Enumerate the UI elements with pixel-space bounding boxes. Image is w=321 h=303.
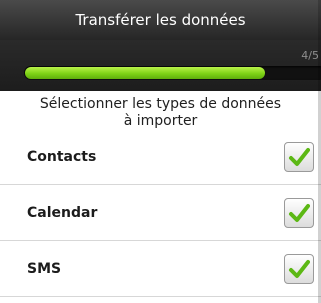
data-type-panel: Sélectionner les types de données à impo… <box>0 91 321 303</box>
list-item-sms[interactable]: SMS <box>0 241 321 297</box>
list-item-label: SMS <box>27 260 62 277</box>
list-item-calendar[interactable]: Calendar <box>0 185 321 241</box>
contacts-checkbox[interactable] <box>284 141 314 172</box>
step-counter: 4/5 <box>301 49 319 62</box>
list-item-label: Contacts <box>27 148 97 165</box>
prompt-line-1: Sélectionner les types de données <box>39 96 282 112</box>
title-bar: Transférer les données <box>0 0 321 40</box>
list-item-contacts[interactable]: Contacts <box>0 129 321 185</box>
calendar-checkbox[interactable] <box>284 197 314 228</box>
sms-checkbox[interactable] <box>284 253 314 284</box>
progress-bar <box>24 66 321 80</box>
checkmark-icon <box>289 203 310 222</box>
checkmark-icon <box>289 259 310 278</box>
checkmark-icon <box>289 147 310 166</box>
progress-bar-fill <box>25 67 265 79</box>
list-item-label: Calendar <box>27 204 98 221</box>
page-title: Transférer les données <box>75 11 246 29</box>
prompt-line-2: à importer <box>123 113 198 129</box>
